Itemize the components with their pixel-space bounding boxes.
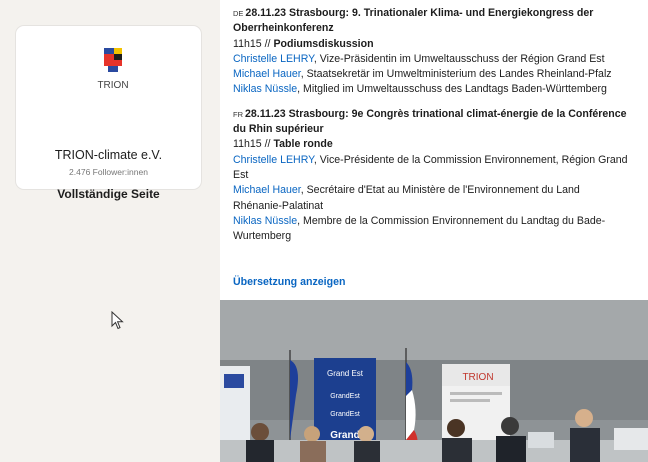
person-role: , Mitglied im Umweltausschuss des Landta… [297,83,607,96]
svg-text:GrandEst: GrandEst [330,393,360,400]
session-type: Podiumsdiskussion [273,37,374,50]
person-role: , Vize-Präsidentin im Umweltausschuss de… [313,52,605,65]
post-text: DE 28.11.23 Strasbourg: 9. Trinationaler … [233,6,648,244]
flag-fr: FR [233,109,243,119]
svg-text:Grand: Grand [330,430,359,441]
person-role: , Secrétaire d'Etat au Ministère de l'En… [300,184,580,197]
svg-text:Grand Est: Grand Est [327,369,364,378]
event-title-de-2: Oberrheinkonferenz [233,22,334,35]
event-date: 28.11.23 [245,107,286,120]
person-role: , Staatsekretär im Umweltministerium des… [300,68,612,81]
full-page-link[interactable]: Vollständige Seite [16,187,201,201]
svg-text:TRION: TRION [97,80,128,91]
event-date: 28.11.23 [245,7,287,19]
flag-de: DE [233,9,244,18]
post-photo[interactable]: Grand Est GrandEst GrandEst Grand TRION [220,300,648,462]
mention-link[interactable]: Niklas Nüssle [233,83,297,95]
show-translation-button[interactable]: Übersetzung anzeigen [233,276,345,288]
post-content: DE 28.11.23 Strasbourg: 9. Trinationaler … [220,0,648,462]
person-role: , Membre de la Commission Environnement … [297,214,606,227]
mention-link[interactable]: Michael Hauer [233,184,301,196]
event-title-de: Strasbourg: 9. Trinationaler Klima- und … [289,7,594,19]
person-role: Rhénanie-Palatinat [233,199,324,212]
person-role: Wurtemberg [233,230,292,243]
event-title-fr: Strasbourg: 9e Congrès trinational clima… [288,107,627,120]
follower-count: 2.476 Follower:innen [69,167,148,177]
session-type: Table ronde [273,138,333,151]
mention-link[interactable]: Niklas Nüssle [233,215,297,227]
trion-logo[interactable]: TRION [90,42,136,98]
mention-link[interactable]: Christelle LEHRY [233,154,314,166]
session-time: 11h15 // [233,37,271,50]
company-card[interactable]: TRION TRION-climate e.V. 2.476 Follower:… [16,26,201,201]
person-role: Est [233,168,249,181]
session-time: 11h15 // [233,138,271,151]
company-name[interactable]: TRION-climate e.V. [16,148,201,162]
mouse-cursor-icon [111,311,124,330]
person-role: , Vice-Présidente de la Commission Envir… [313,153,628,166]
mention-link[interactable]: Michael Hauer [233,68,301,80]
mention-link[interactable]: Christelle LEHRY [233,53,314,65]
svg-text:GrandEst: GrandEst [330,411,360,418]
event-title-fr-2: du Rhin supérieur [233,123,324,136]
svg-text:TRION: TRION [462,372,493,383]
